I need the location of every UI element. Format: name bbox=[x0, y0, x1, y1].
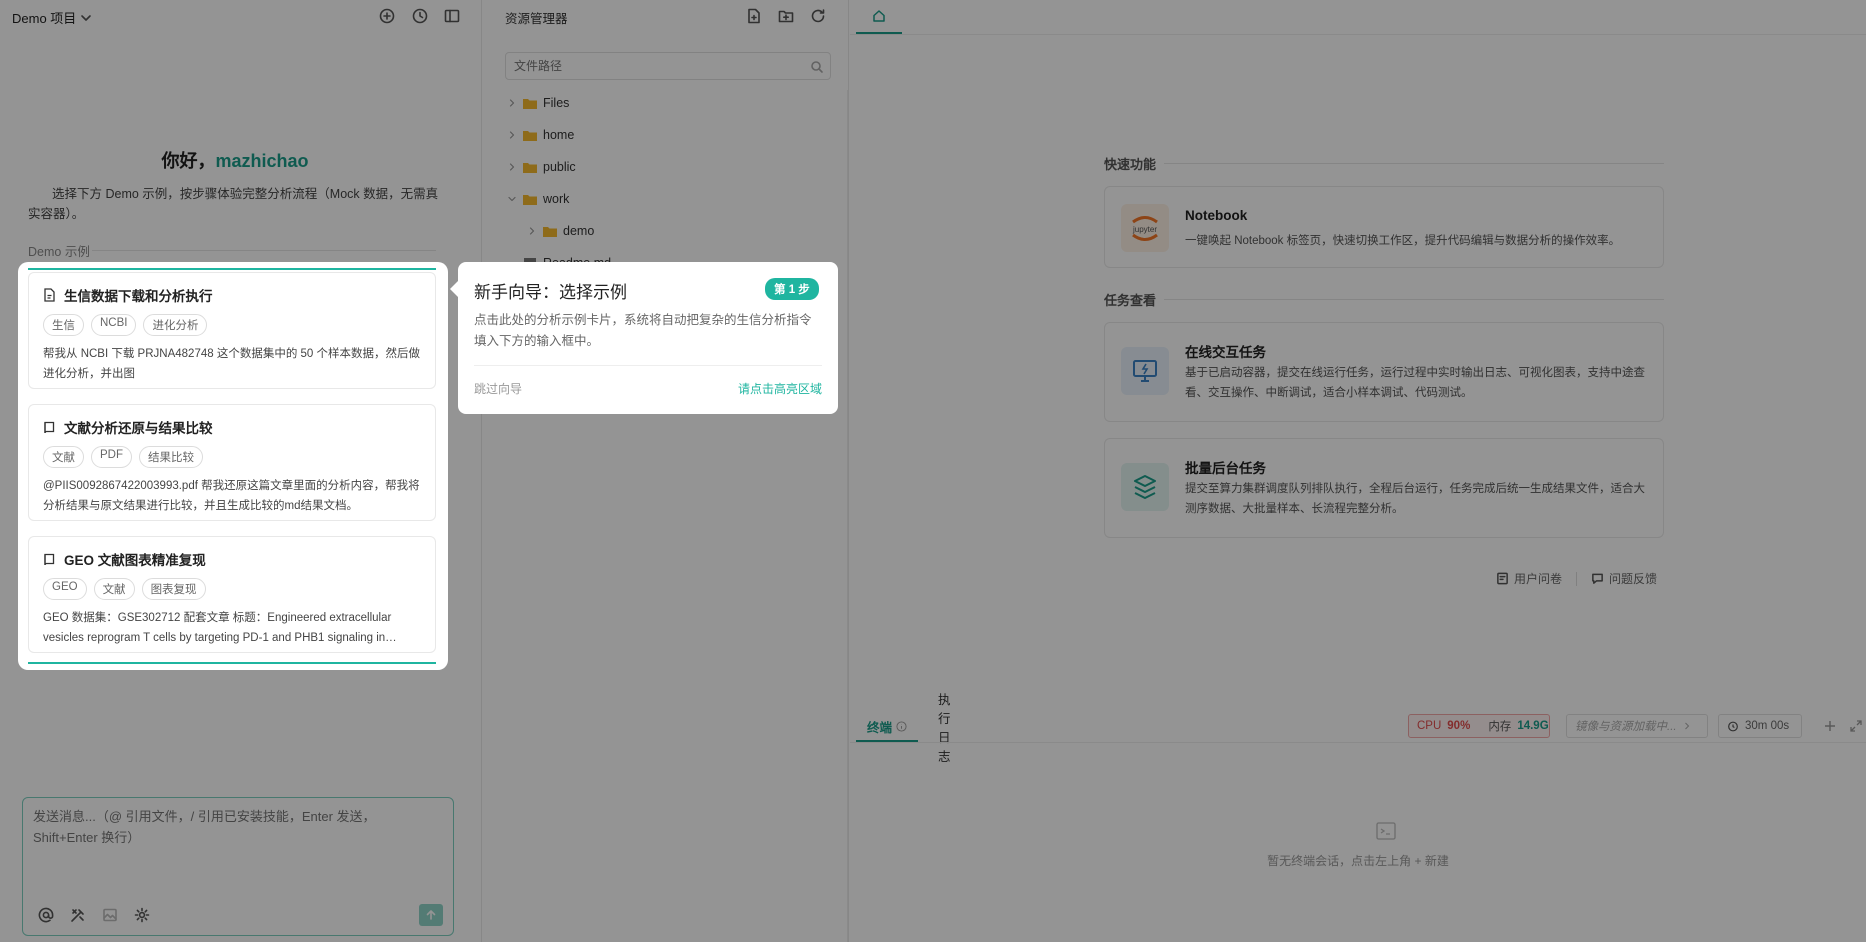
demo-card-title: 文献分析还原与结果比较 bbox=[64, 421, 213, 436]
book-icon bbox=[44, 553, 55, 566]
demo-card-bioinfo[interactable]: 生信数据下载和分析执行 生信 NCBI 进化分析 帮我从 NCBI 下载 PRJ… bbox=[28, 272, 436, 389]
tag: 进化分析 bbox=[143, 314, 208, 336]
book-icon bbox=[44, 421, 55, 434]
demo-card-desc: 帮我从 NCBI 下载 PRJNA482748 这个数据集中的 50 个样本数据… bbox=[43, 348, 421, 380]
tag: 图表复现 bbox=[141, 578, 206, 600]
onboarding-tooltip: 新手向导：选择示例 第 1 步 点击此处的分析示例卡片，系统将自动把复杂的生信分… bbox=[458, 262, 838, 414]
tag: 文献 bbox=[43, 446, 84, 468]
demo-card-geo[interactable]: GEO 文献图表精准复现 GEO 文献 图表复现 GEO 数据集：GSE3027… bbox=[28, 536, 436, 653]
tag: GEO bbox=[43, 578, 87, 600]
divider bbox=[474, 365, 822, 366]
demo-card-title: 生信数据下载和分析执行 bbox=[64, 289, 213, 304]
tooltip-body: 点击此处的分析示例卡片，系统将自动把复杂的生信分析指令填入下方的输入框中。 bbox=[474, 313, 812, 348]
demo-card-literature[interactable]: 文献分析还原与结果比较 文献 PDF 结果比较 @PIIS00928674220… bbox=[28, 404, 436, 521]
demo-card-desc: @PIIS0092867422003993.pdf 帮我还原这篇文章里面的分析内… bbox=[43, 480, 420, 512]
demo-cards: 生信数据下载和分析执行 生信 NCBI 进化分析 帮我从 NCBI 下载 PRJ… bbox=[28, 268, 436, 664]
tag: PDF bbox=[91, 446, 132, 468]
demo-card-title: GEO 文献图表精准复现 bbox=[64, 553, 206, 568]
step-badge: 第 1 步 bbox=[765, 278, 819, 300]
document-icon bbox=[44, 288, 55, 302]
skip-guide-button[interactable]: 跳过向导 bbox=[474, 380, 522, 397]
tag: 文献 bbox=[93, 578, 135, 600]
demo-card-desc: GEO 数据集：GSE302712 配套文章 标题：Engineered ext… bbox=[43, 612, 397, 644]
tooltip-title: 新手向导：选择示例 bbox=[474, 283, 627, 302]
tag: 结果比较 bbox=[139, 446, 203, 468]
tag: 生信 bbox=[43, 314, 84, 336]
tag: NCBI bbox=[91, 314, 137, 336]
click-highlight-hint[interactable]: 请点击高亮区域 bbox=[738, 380, 822, 397]
